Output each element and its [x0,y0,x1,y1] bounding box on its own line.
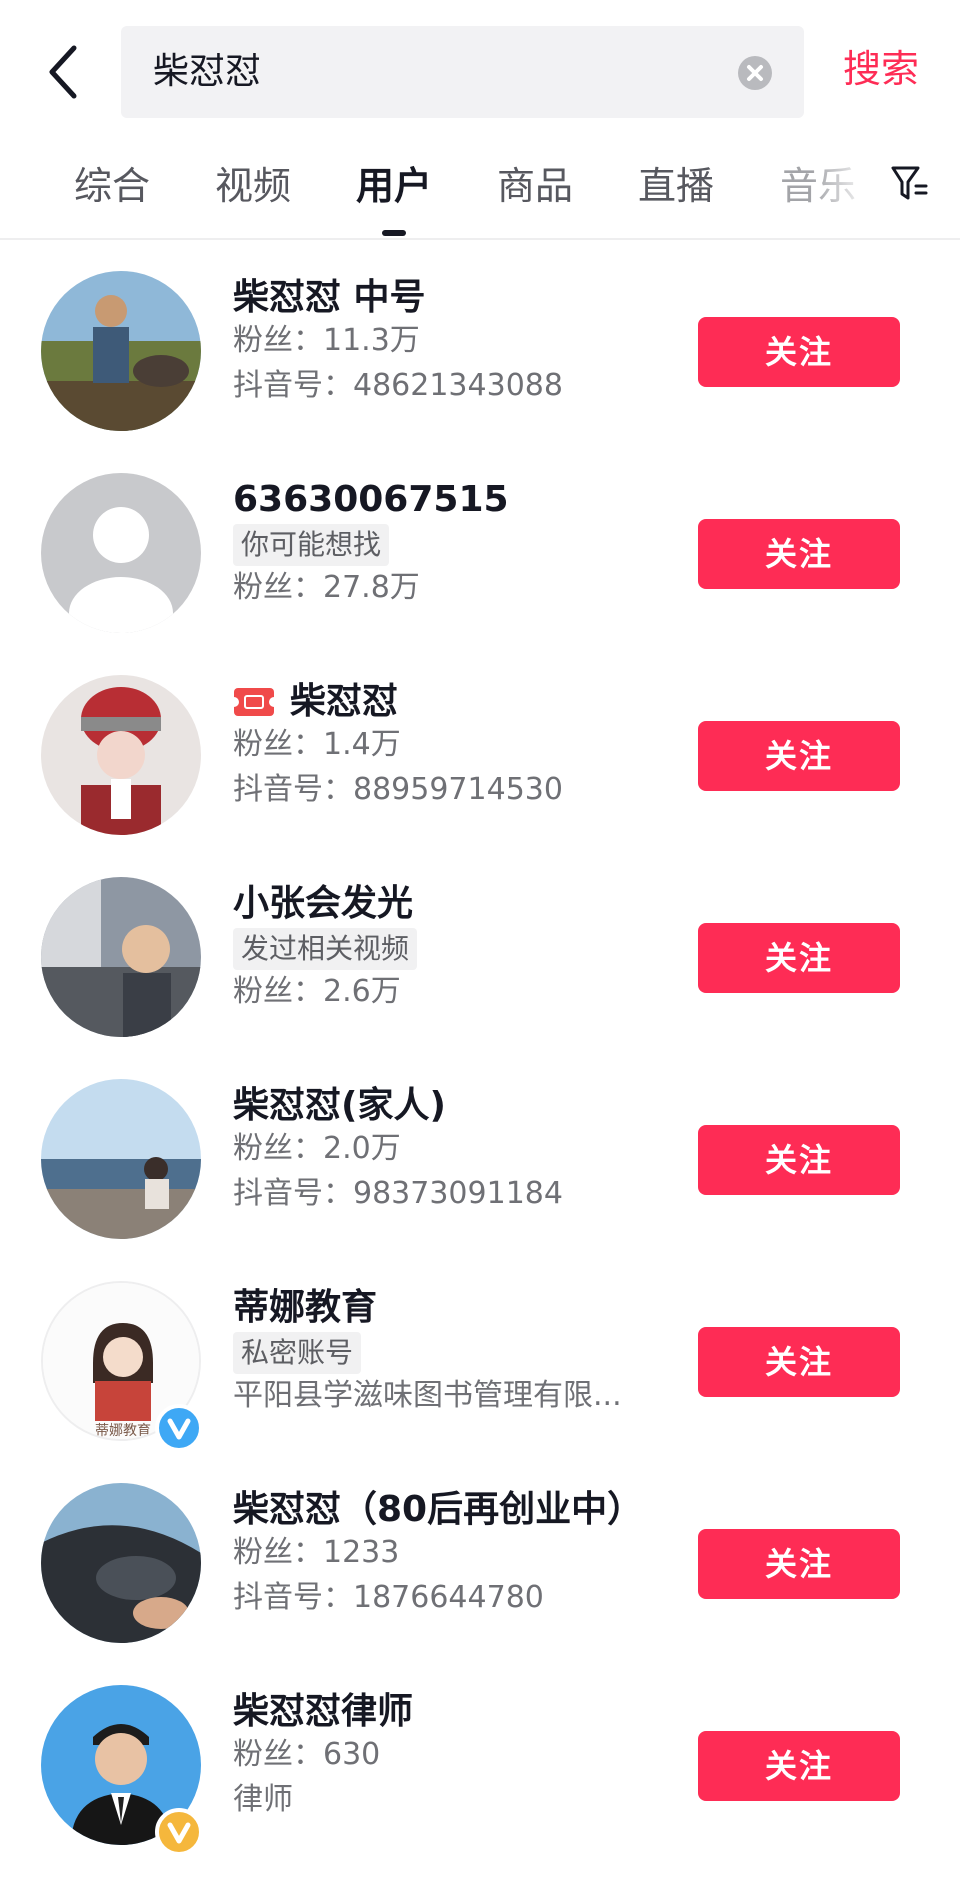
verified-badge-icon [155,1808,203,1856]
user-row[interactable]: 小张会发光 发过相关视频 粉丝：2.6万 关注 [0,846,960,1048]
back-arrow-icon[interactable] [44,42,94,102]
user-avatar[interactable] [41,1483,201,1643]
user-name: 柴怼怼 [290,681,399,722]
follow-button[interactable]: 关注 [698,1327,900,1397]
user-occupation: 律师 [233,1782,293,1817]
follower-count: 粉丝：11.3万 [233,323,420,358]
search-button[interactable]: 搜索 [843,44,919,94]
douyin-id: 抖音号：98373091184 [233,1176,563,1211]
user-name: 柴怼怼 中号 [233,277,426,318]
user-row[interactable]: 柴怼怼律师 粉丝：630 律师 关注 [0,1654,960,1856]
follower-count: 粉丝：1.4万 [233,727,401,762]
douyin-id: 抖音号：88959714530 [233,772,563,807]
user-row[interactable]: 蒂娜教育 蒂娜教育 私密账号 平阳县学滋味图书管理有限... 关注 [0,1250,960,1452]
hint-tag: 你可能想找 [233,524,390,566]
user-row[interactable]: 柴怼怼 中号 粉丝：11.3万 抖音号：48621343088 关注 [0,240,960,442]
search-input[interactable]: 柴怼怼 [121,26,804,118]
follower-count: 粉丝：1233 [233,1535,400,1570]
tab-video[interactable]: 视频 [215,160,291,212]
user-name: 蒂娜教育 [233,1287,378,1328]
follow-button[interactable]: 关注 [698,1529,900,1599]
follow-button[interactable]: 关注 [698,1125,900,1195]
tab-fade-overlay [812,150,872,230]
user-avatar[interactable] [41,473,201,633]
search-header: 柴怼怼 搜索 [0,0,960,120]
hint-tag: 发过相关视频 [233,928,418,970]
ticket-icon [233,688,275,716]
user-avatar[interactable] [41,675,201,835]
search-tabs: 综合 视频 用户 商品 直播 音乐 [0,150,960,240]
follow-button[interactable]: 关注 [698,317,900,387]
follower-count: 粉丝：2.6万 [233,974,401,1009]
follower-count: 粉丝：630 [233,1737,381,1772]
user-avatar[interactable] [41,877,201,1037]
verified-badge-icon [155,1404,203,1452]
avatar-logo-text: 蒂娜教育 [95,1423,151,1439]
filter-icon[interactable] [890,162,930,206]
active-tab-indicator [382,230,406,236]
user-row[interactable]: 63630067515 你可能想找 粉丝：27.8万 关注 [0,442,960,644]
douyin-id: 抖音号：48621343088 [233,368,563,403]
user-row[interactable]: 柴怼怼(家人) 粉丝：2.0万 抖音号：98373091184 关注 [0,1048,960,1250]
follow-button[interactable]: 关注 [698,923,900,993]
follow-button[interactable]: 关注 [698,721,900,791]
tab-users[interactable]: 用户 [356,160,432,212]
user-avatar[interactable] [41,1079,201,1239]
organization-name: 平阳县学滋味图书管理有限... [233,1378,622,1413]
user-row[interactable]: 柴怼怼 粉丝：1.4万 抖音号：88959714530 关注 [0,644,960,846]
tab-products[interactable]: 商品 [497,160,573,212]
follower-count: 粉丝：2.0万 [233,1131,401,1166]
user-avatar[interactable] [41,271,201,431]
user-name: 柴怼怼（80后再创业中） [233,1489,644,1530]
follow-button[interactable]: 关注 [698,1731,900,1801]
follow-button[interactable]: 关注 [698,519,900,589]
douyin-id: 抖音号：1876644780 [233,1580,544,1615]
follower-count: 粉丝：27.8万 [233,570,420,605]
hint-tag: 私密账号 [233,1332,362,1374]
user-name: 63630067515 [233,479,509,520]
tab-comprehensive[interactable]: 综合 [74,160,150,212]
user-row[interactable]: 柴怼怼（80后再创业中） 粉丝：1233 抖音号：1876644780 关注 [0,1452,960,1654]
clear-icon[interactable] [738,56,772,90]
user-name: 柴怼怼(家人) [233,1085,446,1126]
user-name: 柴怼怼律师 [233,1691,414,1732]
tab-live[interactable]: 直播 [638,160,714,212]
user-name: 小张会发光 [233,883,414,924]
search-query: 柴怼怼 [153,51,262,92]
